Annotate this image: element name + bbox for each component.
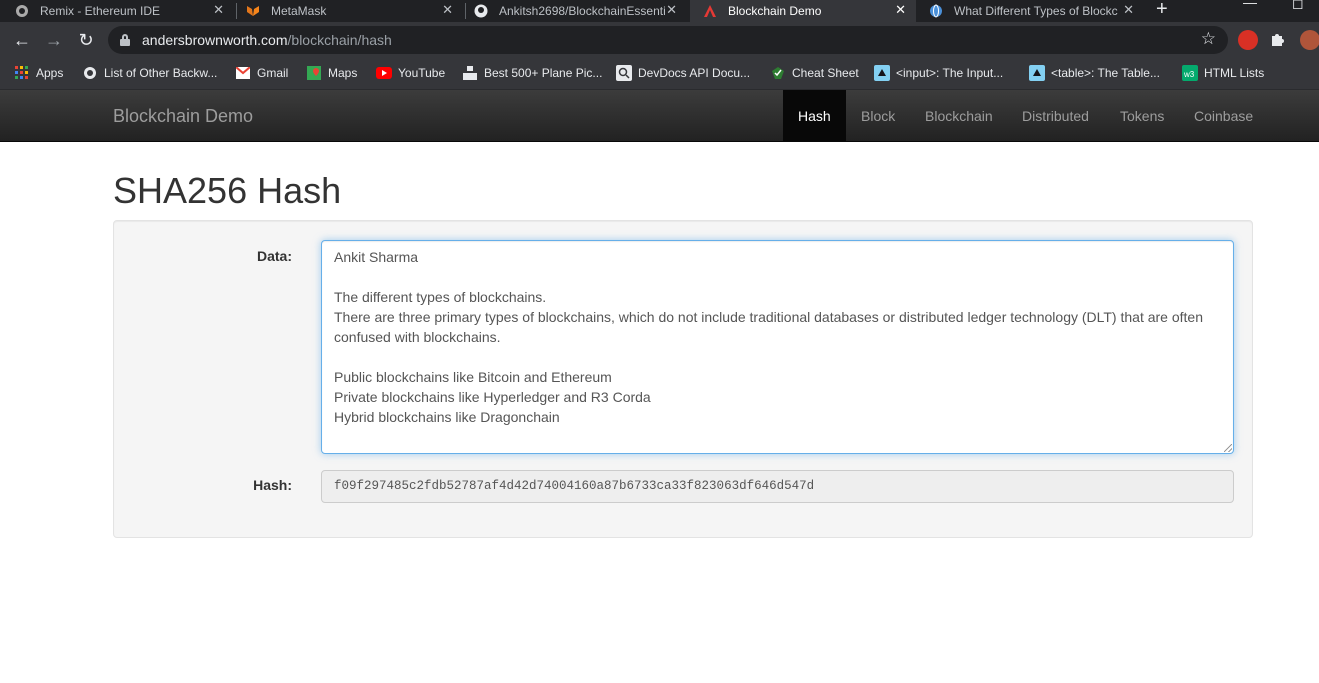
bookmark-star-icon[interactable]: ☆ [1201, 29, 1216, 49]
bookmarks-bar: Apps List of Other Backw... Gmail Maps Y… [0, 58, 1319, 90]
bookmark-item[interactable]: Gmail [235, 65, 288, 81]
close-icon[interactable]: ✕ [895, 2, 906, 18]
maps-icon [306, 65, 322, 81]
bookmark-item[interactable]: w3 HTML Lists [1182, 65, 1264, 81]
bookmark-label: Maps [328, 66, 358, 80]
bookmark-label: Apps [36, 66, 64, 80]
close-icon[interactable]: ✕ [442, 2, 453, 18]
close-icon[interactable]: ✕ [1123, 2, 1134, 18]
bookmark-item[interactable]: List of Other Backw... [82, 65, 217, 81]
bookmark-label: <table>: The Table... [1051, 66, 1160, 80]
tab-title: Ankitsh2698/BlockchainEssenti [499, 4, 666, 18]
bookmark-item[interactable]: Maps [306, 65, 357, 81]
data-label: Data: [256, 248, 292, 264]
nav-link-blockchain[interactable]: Blockchain [910, 90, 1008, 141]
mdn-icon [874, 65, 890, 81]
bookmark-label: Cheat Sheet [792, 66, 859, 80]
bookmark-item[interactable]: <input>: The Input... [874, 65, 1003, 81]
close-icon[interactable]: ✕ [213, 2, 224, 18]
bookmark-label: List of Other Backw... [104, 66, 218, 80]
tab-title: Remix - Ethereum IDE [40, 4, 161, 18]
youtube-icon [376, 65, 392, 81]
apps-grid-icon [14, 65, 30, 81]
forward-icon[interactable]: → [42, 28, 66, 52]
w3schools-icon: w3 [1182, 65, 1198, 81]
tab-metamask[interactable]: MetaMask ✕ [245, 0, 463, 22]
page-title: SHA256 Hash [113, 170, 342, 211]
bookmark-label: DevDocs API Docu... [638, 66, 751, 80]
globe-icon [82, 65, 98, 81]
devdocs-icon [616, 65, 632, 81]
metamask-fox-icon [245, 3, 261, 19]
url-text[interactable]: andersbrownworth.com/blockchain/hash [142, 32, 392, 48]
bookmark-label: <input>: The Input... [896, 66, 1004, 80]
bookmark-item[interactable]: DevDocs API Docu... [616, 65, 750, 81]
new-tab-icon[interactable]: + [1156, 0, 1168, 21]
reload-icon[interactable]: ↻ [74, 28, 98, 52]
bookmark-apps[interactable]: Apps [14, 65, 63, 81]
bookmark-item[interactable]: <table>: The Table... [1029, 65, 1160, 81]
url-path: /blockchain/hash [287, 32, 392, 48]
cheatsheet-icon [770, 65, 786, 81]
remix-icon [14, 3, 30, 19]
url-domain: andersbrownworth.com [142, 32, 288, 48]
maximize-icon[interactable]: ◻ [1292, 0, 1304, 12]
browser-tab-strip: Remix - Ethereum IDE ✕ MetaMask ✕ Ankits… [0, 0, 1319, 22]
hash-label: Hash: [253, 477, 292, 493]
lock-icon [120, 34, 130, 46]
site-navbar: Blockchain Demo Hash Block Blockchain Di… [0, 90, 1319, 142]
blockchain-demo-icon [702, 3, 718, 19]
bookmark-item[interactable]: Best 500+ Plane Pic... [462, 65, 602, 81]
tab-github[interactable]: Ankitsh2698/BlockchainEssenti ✕ [473, 0, 687, 22]
extension-red-icon[interactable] [1238, 30, 1258, 50]
globe-icon [928, 3, 944, 19]
nav-link-hash[interactable]: Hash [783, 90, 846, 141]
bookmark-label: Best 500+ Plane Pic... [484, 66, 603, 80]
tab-blockchain-types[interactable]: What Different Types of Blockc ✕ [928, 0, 1144, 22]
unsplash-icon [462, 65, 478, 81]
tab-title: Blockchain Demo [728, 4, 822, 18]
github-icon [473, 3, 489, 19]
gmail-icon [235, 65, 251, 81]
tab-title: What Different Types of Blockc [954, 4, 1118, 18]
address-bar[interactable]: andersbrownworth.com/blockchain/hash ☆ [108, 26, 1228, 54]
tab-blockchain-demo[interactable]: Blockchain Demo ✕ [690, 0, 916, 22]
bookmark-label: HTML Lists [1204, 66, 1265, 80]
svg-text:w3: w3 [1184, 70, 1195, 78]
nav-link-block[interactable]: Block [846, 90, 910, 141]
tab-remix[interactable]: Remix - Ethereum IDE ✕ [14, 0, 234, 22]
puzzle-extensions-icon[interactable] [1269, 30, 1289, 50]
minimize-icon[interactable]: — [1243, 0, 1257, 10]
tab-separator [236, 3, 237, 19]
resize-handle-icon[interactable] [1224, 444, 1232, 452]
tab-separator [465, 3, 466, 19]
bookmark-item[interactable]: YouTube [376, 65, 445, 81]
profile-avatar[interactable] [1300, 30, 1319, 50]
navbar-brand[interactable]: Blockchain Demo [113, 106, 253, 127]
bookmark-item[interactable]: Cheat Sheet [770, 65, 859, 81]
bookmark-label: Gmail [257, 66, 289, 80]
close-icon[interactable]: ✕ [666, 2, 677, 18]
browser-toolbar: ← → ↻ andersbrownworth.com/blockchain/ha… [0, 22, 1319, 58]
nav-link-distributed[interactable]: Distributed [1007, 90, 1104, 141]
back-icon[interactable]: ← [10, 28, 34, 52]
data-textarea[interactable]: Ankit Sharma The different types of bloc… [321, 240, 1234, 454]
hash-output: f09f297485c2fdb52787af4d42d74004160a87b6… [321, 470, 1234, 503]
hash-form-panel: Data: Ankit Sharma The different types o… [113, 220, 1253, 538]
tab-title: MetaMask [271, 4, 327, 18]
bookmark-label: YouTube [398, 66, 446, 80]
nav-link-coinbase[interactable]: Coinbase [1179, 90, 1268, 141]
mdn-icon [1029, 65, 1045, 81]
nav-link-tokens[interactable]: Tokens [1105, 90, 1179, 141]
